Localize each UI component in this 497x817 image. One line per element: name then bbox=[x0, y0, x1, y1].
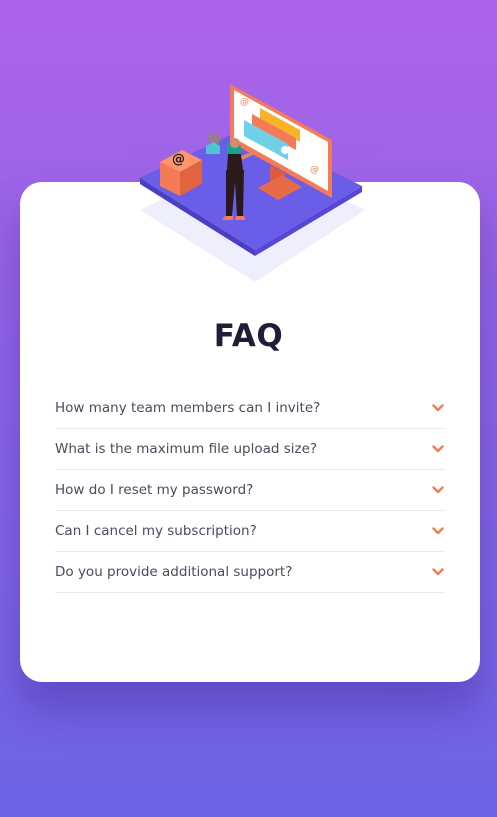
svg-text:@: @ bbox=[310, 165, 319, 175]
chevron-down-icon[interactable] bbox=[432, 568, 444, 576]
svg-text:@: @ bbox=[240, 97, 249, 107]
svg-text:@: @ bbox=[172, 152, 185, 167]
faq-question: How do I reset my password? bbox=[55, 482, 254, 498]
faq-item[interactable]: How many team members can I invite? bbox=[55, 388, 445, 429]
faq-item[interactable]: What is the maximum file upload size? bbox=[55, 429, 445, 470]
woman-online-illustration: @ @ @ bbox=[140, 84, 365, 282]
faq-item[interactable]: Can I cancel my subscription? bbox=[55, 511, 445, 552]
faq-list: How many team members can I invite? What… bbox=[55, 388, 445, 593]
chevron-down-icon[interactable] bbox=[432, 445, 444, 453]
faq-item[interactable]: How do I reset my password? bbox=[55, 470, 445, 511]
faq-question: What is the maximum file upload size? bbox=[55, 441, 318, 457]
chevron-down-icon[interactable] bbox=[432, 527, 444, 535]
chevron-down-icon[interactable] bbox=[432, 486, 444, 494]
faq-item[interactable]: Do you provide additional support? bbox=[55, 552, 445, 593]
page-title: FAQ bbox=[213, 318, 284, 354]
faq-question: Do you provide additional support? bbox=[55, 564, 293, 580]
faq-question: How many team members can I invite? bbox=[55, 400, 321, 416]
chevron-down-icon[interactable] bbox=[432, 404, 444, 412]
faq-question: Can I cancel my subscription? bbox=[55, 523, 257, 539]
